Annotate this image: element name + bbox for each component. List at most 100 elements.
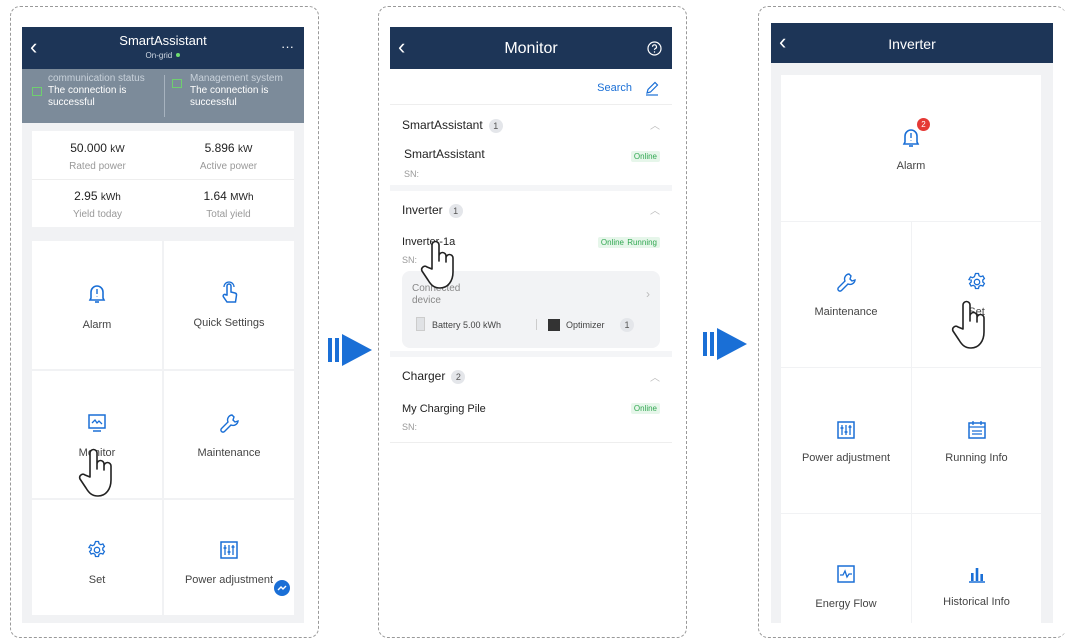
section-smartassistant[interactable]: SmartAssistant 1 ︿: [390, 107, 672, 141]
stats-card: 50.000 kW Rated power 5.896 kW Active po…: [32, 131, 294, 227]
stat-unit: MWh: [230, 192, 254, 203]
chevron-right-icon[interactable]: ›: [646, 287, 650, 301]
stat-unit: kW: [237, 144, 253, 155]
count-badge: 1: [620, 318, 634, 332]
chevron-up-icon[interactable]: ︿: [650, 117, 660, 132]
tile-label: Alarm: [82, 319, 112, 331]
tile-label: Quick Settings: [193, 317, 265, 329]
tile-label: Running Info: [945, 452, 1008, 464]
tile-historical-info[interactable]: Historical Info: [912, 514, 1041, 623]
status-badge: Online: [630, 403, 660, 414]
stat-unit: kW: [110, 144, 125, 155]
more-icon[interactable]: ···: [281, 39, 294, 54]
stat-value: 2.95: [74, 189, 98, 203]
device-row-charging-pile[interactable]: My Charging Pile SN: Online: [390, 393, 672, 443]
pointing-hand-icon: [951, 300, 985, 349]
tile-maintenance[interactable]: Maintenance: [781, 222, 911, 367]
stat-rated-power: 50.000 kW Rated power: [32, 141, 163, 172]
chevron-up-icon[interactable]: ︿: [650, 369, 660, 384]
alarm-count-badge: 2: [917, 118, 930, 131]
tile-label: Maintenance: [814, 306, 878, 318]
pointing-hand-icon: [420, 240, 454, 289]
comm-status-label: communication status: [48, 73, 145, 84]
stat-total-yield: 1.64 MWh Total yield: [163, 189, 294, 220]
device-sn: SN:: [404, 169, 420, 179]
search-row: Search: [390, 69, 672, 105]
help-icon[interactable]: [647, 41, 662, 56]
status-badge: Online: [630, 151, 660, 162]
mgmt-status-value: The connection is successful: [190, 85, 269, 108]
bell-icon: [88, 285, 106, 303]
stat-value: 1.64: [203, 189, 227, 203]
count-badge: 2: [451, 370, 466, 384]
tile-label: Alarm: [896, 160, 926, 172]
tile-running-info[interactable]: Running Info: [912, 368, 1041, 513]
chevron-up-icon[interactable]: ︿: [650, 202, 660, 217]
stat-label: Rated power: [69, 161, 126, 172]
battery-label: Battery 5.00 kWh: [432, 320, 502, 330]
device-sn: SN:: [402, 422, 418, 432]
calendar-icon: [967, 421, 986, 439]
grid-status: On-grid: [22, 51, 304, 60]
divider: [536, 319, 537, 330]
edit-icon[interactable]: [644, 80, 660, 96]
pointing-hand-icon: [78, 448, 112, 497]
tile-maintenance[interactable]: Maintenance: [164, 371, 294, 498]
stat-label: Active power: [199, 161, 258, 172]
tile-energy-flow[interactable]: Energy Flow: [781, 514, 911, 623]
touch-icon: [222, 281, 238, 303]
phone-monitor: ‹ Monitor Search SmartAssistant 1 ︿ Smart…: [390, 27, 672, 623]
stat-label: Total yield: [206, 209, 251, 220]
bar-chart-icon: [968, 568, 985, 583]
mgmt-status: Management system The connection is succ…: [172, 73, 297, 109]
page-title: Inverter: [888, 36, 936, 52]
navbar: ‹ Monitor: [390, 27, 672, 69]
trend-icon: [277, 585, 287, 591]
tile-power-adjustment[interactable]: Power adjustment: [164, 500, 294, 615]
stat-label: Yield today: [72, 209, 123, 220]
sliders-icon: [837, 421, 855, 439]
section-charger[interactable]: Charger 2 ︿: [390, 359, 672, 393]
floating-chart-button[interactable]: [274, 580, 290, 596]
search-link[interactable]: Search: [597, 82, 632, 94]
tile-alarm[interactable]: Alarm: [32, 241, 162, 369]
optimizer-label: Optimizer: [566, 320, 605, 330]
phone-inverter: ‹ Inverter 2 Alarm Maintenance Set Power…: [771, 23, 1053, 623]
comm-status: communication status The connection is s…: [32, 73, 162, 109]
optimizer-icon: [548, 319, 560, 331]
next-step-arrow-icon: [328, 334, 372, 366]
tile-alarm[interactable]: 2 Alarm: [781, 75, 1041, 221]
tile-quick-settings[interactable]: Quick Settings: [164, 241, 294, 369]
page-title: SmartAssistant: [119, 33, 207, 48]
check-icon: [32, 87, 42, 96]
tile-set[interactable]: Set: [32, 500, 162, 615]
stat-unit: kWh: [100, 192, 121, 203]
count-badge: 1: [488, 119, 503, 133]
navbar: ‹ SmartAssistant On-grid ···: [22, 27, 304, 69]
tile-label: Historical Info: [943, 596, 1010, 608]
comm-status-value: The connection is successful: [48, 85, 127, 108]
gear-icon: [967, 272, 985, 290]
navbar: ‹ Inverter: [771, 23, 1053, 63]
status-divider: [164, 75, 165, 117]
tile-power-adjustment[interactable]: Power adjustment: [781, 368, 911, 513]
check-icon: [172, 79, 182, 88]
stat-value: 5.896: [204, 141, 235, 155]
wrench-icon: [837, 273, 856, 292]
stat-active-power: 5.896 kW Active power: [163, 141, 294, 172]
device-name: My Charging Pile: [402, 403, 486, 415]
section-inverter[interactable]: Inverter 1 ︿: [390, 192, 672, 226]
section-title: SmartAssistant: [402, 118, 483, 132]
device-row-smartassistant[interactable]: SmartAssistant SN: Online: [390, 141, 672, 191]
bell-icon: [902, 129, 920, 147]
section-title: Inverter: [402, 203, 443, 217]
tile-label: Energy Flow: [815, 598, 877, 610]
count-badge: 1: [448, 204, 463, 218]
mgmt-status-label: Management system: [190, 73, 283, 84]
next-step-arrow-icon: [703, 328, 747, 360]
section-title: Charger: [402, 369, 446, 383]
gear-icon: [87, 540, 106, 558]
device-name: SmartAssistant: [404, 147, 485, 161]
monitor-icon: [88, 414, 106, 432]
phone-smartassistant: ‹ SmartAssistant On-grid ··· communicati…: [22, 27, 304, 623]
